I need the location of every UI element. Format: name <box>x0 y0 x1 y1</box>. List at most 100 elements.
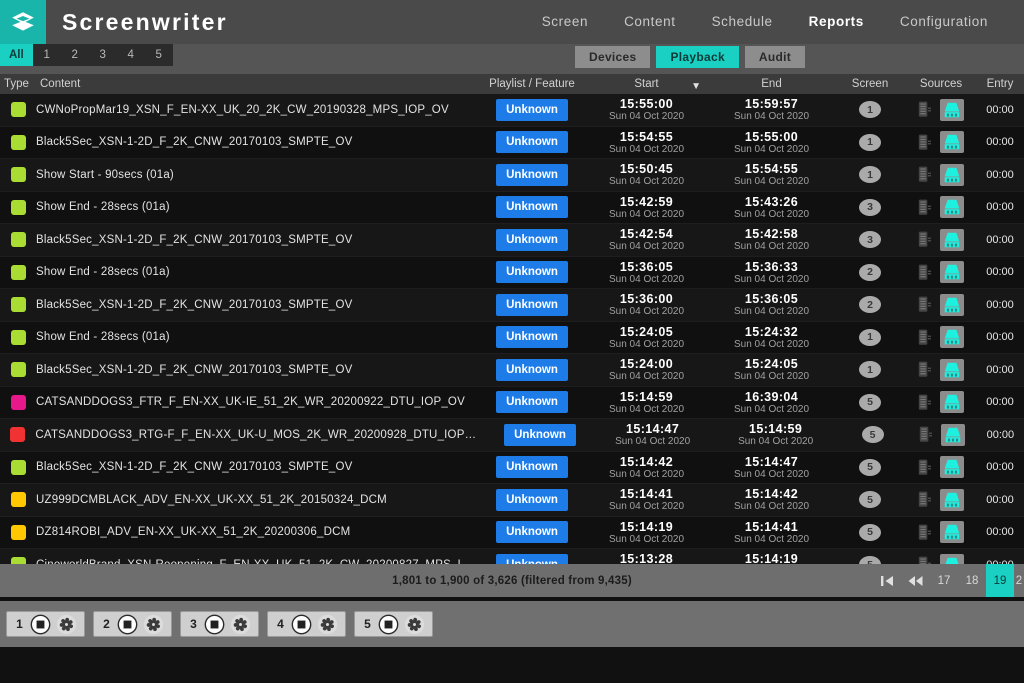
table-row[interactable]: Show End - 28secs (01a)Unknown15:42:59Su… <box>0 192 1024 225</box>
table-row[interactable]: UZ999DCMBLACK_ADV_EN-XX_UK-XX_51_2K_2015… <box>0 484 1024 517</box>
playlist-feature-button[interactable]: Unknown <box>496 229 568 251</box>
fan-icon[interactable] <box>143 614 164 635</box>
projector-source-button[interactable] <box>940 229 964 251</box>
projector-source-button[interactable] <box>940 456 964 478</box>
fan-icon[interactable] <box>317 614 338 635</box>
fan-icon[interactable] <box>404 614 425 635</box>
sub-tab-devices[interactable]: Devices <box>575 46 650 68</box>
app-logo[interactable] <box>0 0 46 44</box>
table-row[interactable]: Show End - 28secs (01a)Unknown15:36:05Su… <box>0 257 1024 290</box>
sub-tab-playback[interactable]: Playback <box>656 46 738 68</box>
screen-status-widget-5[interactable]: 5 <box>354 611 433 637</box>
playlist-feature-button[interactable]: Unknown <box>504 424 576 446</box>
playlist-feature-button[interactable]: Unknown <box>496 521 568 543</box>
table-row[interactable]: Black5Sec_XSN-1-2D_F_2K_CNW_20170103_SMP… <box>0 452 1024 485</box>
stop-circle-icon[interactable] <box>30 614 51 635</box>
playlist-feature-button[interactable]: Unknown <box>496 359 568 381</box>
table-row[interactable]: Black5Sec_XSN-1-2D_F_2K_CNW_20170103_SMP… <box>0 224 1024 257</box>
screen-status-widget-4[interactable]: 4 <box>267 611 346 637</box>
cell-sources <box>906 391 976 413</box>
playlist-feature-button[interactable]: Unknown <box>496 326 568 348</box>
screen-status-number: 5 <box>362 617 373 631</box>
filter-tab-5[interactable]: 5 <box>145 44 173 66</box>
pagination-page-17[interactable]: 17 <box>930 564 958 597</box>
projector-source-button[interactable] <box>940 294 964 316</box>
filter-tab-all[interactable]: All <box>0 44 33 66</box>
table-row[interactable]: Show Start - 90secs (01a)Unknown15:50:45… <box>0 159 1024 192</box>
projector-source-button[interactable] <box>940 359 964 381</box>
screen-status-widget-1[interactable]: 1 <box>6 611 85 637</box>
column-header-entry[interactable]: Entry <box>976 78 1024 90</box>
stop-circle-icon[interactable] <box>204 614 225 635</box>
column-header-type[interactable]: Type <box>0 78 36 90</box>
filter-tab-2[interactable]: 2 <box>61 44 89 66</box>
stop-circle-icon[interactable] <box>117 614 138 635</box>
column-header-screen[interactable]: Screen <box>834 78 906 90</box>
start-time: 15:14:42 <box>584 455 709 469</box>
nav-item-schedule[interactable]: Schedule <box>694 0 791 44</box>
cell-playlist: Unknown <box>480 261 584 283</box>
playlist-feature-button[interactable]: Unknown <box>496 261 568 283</box>
column-header-end[interactable]: End <box>709 78 834 90</box>
filter-tab-1[interactable]: 1 <box>33 44 61 66</box>
table-row[interactable]: CWNoPropMar19_XSN_F_EN-XX_UK_20_2K_CW_20… <box>0 94 1024 127</box>
projector-source-button[interactable] <box>940 99 964 121</box>
projector-source-button[interactable] <box>940 554 964 564</box>
nav-item-content[interactable]: Content <box>606 0 693 44</box>
playlist-feature-button[interactable]: Unknown <box>496 131 568 153</box>
table-row[interactable]: DZ814ROBI_ADV_EN-XX_UK-XX_51_2K_20200306… <box>0 517 1024 550</box>
filter-tab-3[interactable]: 3 <box>89 44 117 66</box>
fan-icon[interactable] <box>230 614 251 635</box>
playlist-feature-button[interactable]: Unknown <box>496 391 568 413</box>
screen-status-widget-2[interactable]: 2 <box>93 611 172 637</box>
playlist-feature-button[interactable]: Unknown <box>496 456 568 478</box>
projector-source-button[interactable] <box>941 424 965 446</box>
nav-item-configuration[interactable]: Configuration <box>882 0 1006 44</box>
pagination-prev-button[interactable] <box>901 564 930 597</box>
playlist-feature-button[interactable]: Unknown <box>496 196 568 218</box>
screen-status-number: 3 <box>188 617 199 631</box>
column-header-content[interactable]: Content <box>36 78 480 90</box>
pagination-page-19[interactable]: 19 <box>986 564 1014 597</box>
filter-tab-4[interactable]: 4 <box>117 44 145 66</box>
projector-source-button[interactable] <box>940 521 964 543</box>
screen-status-widget-3[interactable]: 3 <box>180 611 259 637</box>
pagination-page-2[interactable]: 2 <box>1014 564 1024 597</box>
screen-number-badge: 5 <box>859 394 881 411</box>
type-color-swatch <box>11 232 26 247</box>
type-color-swatch <box>11 200 26 215</box>
table-row[interactable]: CATSANDDOGS3_FTR_F_EN-XX_UK-IE_51_2K_WR_… <box>0 387 1024 420</box>
start-date: Sun 04 Oct 2020 <box>584 176 709 187</box>
playlist-feature-button[interactable]: Unknown <box>496 99 568 121</box>
pagination-page-18[interactable]: 18 <box>958 564 986 597</box>
projector-source-button[interactable] <box>940 391 964 413</box>
table-row[interactable]: CATSANDDOGS3_RTG-F_F_EN-XX_UK-U_MOS_2K_W… <box>0 419 1024 452</box>
projector-source-button[interactable] <box>940 131 964 153</box>
column-header-start[interactable]: Start ▼ <box>584 78 709 90</box>
sub-tab-audit[interactable]: Audit <box>745 46 805 68</box>
projector-source-button[interactable] <box>940 489 964 511</box>
nav-item-reports[interactable]: Reports <box>791 0 882 44</box>
table-row[interactable]: Black5Sec_XSN-1-2D_F_2K_CNW_20170103_SMP… <box>0 354 1024 387</box>
nav-item-screen[interactable]: Screen <box>524 0 606 44</box>
table-row[interactable]: Black5Sec_XSN-1-2D_F_2K_CNW_20170103_SMP… <box>0 289 1024 322</box>
column-header-sources[interactable]: Sources <box>906 78 976 90</box>
playlist-feature-button[interactable]: Unknown <box>496 294 568 316</box>
end-time: 15:14:41 <box>709 520 834 534</box>
stop-circle-icon[interactable] <box>291 614 312 635</box>
projector-source-button[interactable] <box>940 326 964 348</box>
stop-circle-icon[interactable] <box>378 614 399 635</box>
playlist-feature-button[interactable]: Unknown <box>496 164 568 186</box>
table-row[interactable]: CineworldBrand_XSN-Reopening_F_EN-XX_UK_… <box>0 549 1024 564</box>
projector-source-button[interactable] <box>940 164 964 186</box>
playlist-feature-button[interactable]: Unknown <box>496 554 568 564</box>
projector-source-button[interactable] <box>940 261 964 283</box>
column-header-playlist[interactable]: Playlist / Feature <box>480 78 584 90</box>
table-row[interactable]: Show End - 28secs (01a)Unknown15:24:05Su… <box>0 322 1024 355</box>
projector-icon <box>943 459 961 475</box>
fan-icon[interactable] <box>56 614 77 635</box>
pagination-first-button[interactable] <box>873 564 901 597</box>
projector-source-button[interactable] <box>940 196 964 218</box>
playlist-feature-button[interactable]: Unknown <box>496 489 568 511</box>
table-row[interactable]: Black5Sec_XSN-1-2D_F_2K_CNW_20170103_SMP… <box>0 127 1024 160</box>
